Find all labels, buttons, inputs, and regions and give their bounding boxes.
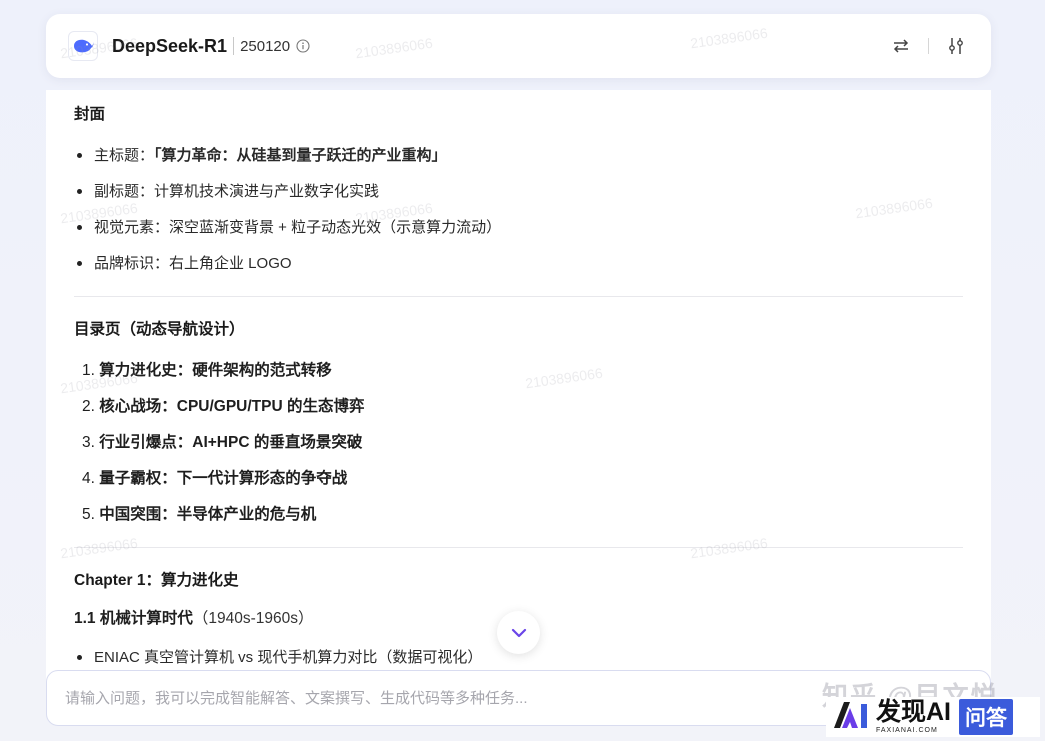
deepseek-whale-logo [68, 31, 98, 61]
switch-model-icon[interactable] [888, 33, 914, 59]
list-item: 2. 核心战场：CPU/GPU/TPU 的生态博弈 [82, 398, 365, 415]
list-item: 视觉元素：深空蓝渐变背景 + 粒子动态光效（示意算力流动） [74, 210, 963, 246]
ai-logo-icon [832, 700, 872, 735]
brand-tag: 问答 [959, 699, 1014, 735]
chapter-heading: Chapter 1：算力进化史 [74, 572, 239, 589]
chat-input[interactable] [65, 689, 765, 707]
info-icon[interactable] [296, 39, 310, 53]
settings-sliders-icon[interactable] [943, 33, 969, 59]
list-item: 副标题：计算机技术演进与产业数字化实践 [74, 174, 963, 210]
header-actions [888, 33, 969, 59]
chevron-down-icon [511, 628, 526, 637]
list-item: 4. 量子霸权：下一代计算形态的争夺战 [82, 470, 348, 487]
brand-name: 发现AI [876, 698, 952, 726]
model-version: 250120 [240, 37, 291, 55]
toc-heading: 目录页（动态导航设计） [74, 321, 245, 338]
brand-text: 发现AI FAXIANAI.COM [876, 698, 952, 735]
list-item: 3. 行业引爆点：AI+HPC 的垂直场景突破 [82, 434, 363, 451]
chat-response: 封面 主标题：「算力革命：从硅基到量子跃迁的产业重构」 副标题：计算机技术演进与… [46, 90, 991, 690]
toc-list: 1. 算力进化史：硬件架构的范式转移 2. 核心战场：CPU/GPU/TPU 的… [74, 353, 963, 533]
title-divider [233, 37, 235, 55]
scroll-down-button[interactable] [497, 611, 540, 654]
brand-domain: FAXIANAI.COM [876, 727, 938, 734]
actions-divider [928, 38, 929, 54]
list-item: 品牌标识：右上角企业 LOGO [74, 246, 963, 282]
cover-heading: 封面 [74, 106, 106, 123]
chat-header: DeepSeek-R1 250120 [46, 14, 991, 78]
list-item: 5. 中国突围：半导体产业的危与机 [82, 506, 317, 523]
list-item: 1. 算力进化史：硬件架构的范式转移 [82, 362, 332, 379]
cover-list: 主标题：「算力革命：从硅基到量子跃迁的产业重构」 副标题：计算机技术演进与产业数… [74, 138, 963, 282]
faxianai-badge: 发现AI FAXIANAI.COM 问答 [826, 697, 1040, 737]
list-item: 主标题：「算力革命：从硅基到量子跃迁的产业重构」 [74, 138, 963, 174]
model-name[interactable]: DeepSeek-R1 [112, 36, 227, 57]
